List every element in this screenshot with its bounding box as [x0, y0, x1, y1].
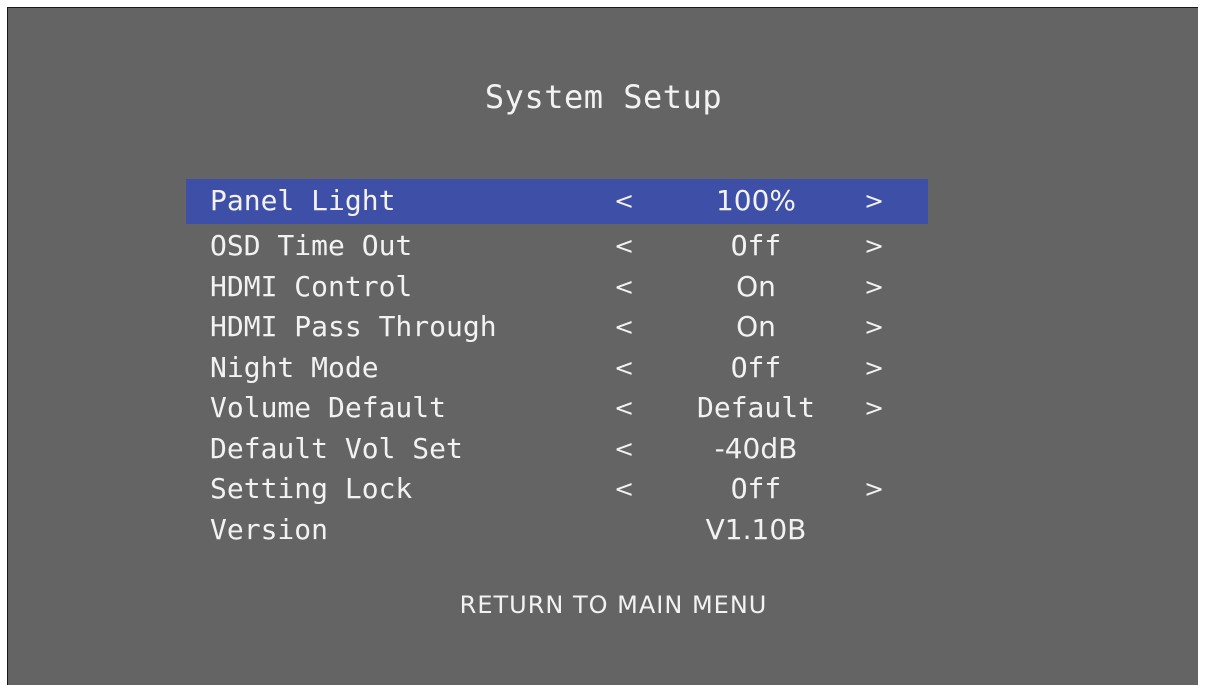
- setting-label: HDMI Pass Through: [210, 310, 497, 343]
- setting-row-hdmi-pass-through[interactable]: HDMI Pass Through < On >: [186, 305, 928, 346]
- setting-row-osd-time-out[interactable]: OSD Time Out < Off >: [186, 224, 928, 265]
- setting-value: On: [736, 310, 776, 343]
- setting-label: Setting Lock: [210, 472, 413, 505]
- setting-label: Version: [210, 512, 329, 546]
- decrease-arrow[interactable]: <: [614, 224, 634, 268]
- setting-row-volume-default[interactable]: Volume Default < Default >: [186, 386, 928, 427]
- setting-value: Off: [730, 229, 782, 262]
- setting-label: Volume Default: [210, 391, 447, 424]
- setting-value: On: [736, 269, 776, 303]
- increase-arrow[interactable]: >: [864, 305, 884, 349]
- decrease-arrow[interactable]: <: [614, 346, 634, 390]
- setting-label: HDMI Control: [210, 269, 413, 303]
- setting-value: Off: [730, 472, 782, 505]
- setting-value: 100%: [715, 184, 797, 217]
- decrease-arrow[interactable]: <: [614, 386, 634, 430]
- setting-label: Night Mode: [210, 350, 379, 384]
- menu-title: System Setup: [484, 78, 723, 116]
- setting-row-version: Version V1.10B: [186, 508, 928, 549]
- setting-row-night-mode[interactable]: Night Mode < Off >: [186, 346, 928, 387]
- setting-value: -40dB: [714, 431, 798, 465]
- setting-value: Default: [696, 391, 815, 424]
- setting-row-panel-light[interactable]: Panel Light < 100% >: [186, 179, 928, 224]
- return-to-main-menu-button[interactable]: RETURN TO MAIN MENU: [8, 591, 1199, 619]
- decrease-arrow[interactable]: <: [614, 265, 634, 309]
- setting-label: Default Vol Set: [210, 431, 463, 465]
- setting-label: OSD Time Out: [210, 229, 413, 262]
- setting-value: V1.10B: [705, 512, 807, 546]
- setting-row-hdmi-control[interactable]: HDMI Control < On >: [186, 265, 928, 306]
- increase-arrow[interactable]: >: [864, 386, 884, 430]
- increase-arrow[interactable]: >: [864, 179, 884, 223]
- decrease-arrow[interactable]: <: [614, 467, 634, 511]
- decrease-arrow[interactable]: <: [614, 305, 634, 349]
- increase-arrow[interactable]: >: [864, 467, 884, 511]
- increase-arrow[interactable]: >: [864, 346, 884, 390]
- decrease-arrow[interactable]: <: [614, 179, 634, 223]
- setting-row-setting-lock[interactable]: Setting Lock < Off >: [186, 467, 928, 508]
- setting-label: Panel Light: [210, 184, 396, 217]
- osd-screen: System Setup Panel Light < 100% > OSD Ti…: [7, 7, 1198, 685]
- increase-arrow[interactable]: >: [864, 224, 884, 268]
- setting-value: Off: [730, 350, 782, 384]
- setting-row-default-vol-set[interactable]: Default Vol Set < -40dB: [186, 427, 928, 468]
- decrease-arrow[interactable]: <: [614, 427, 634, 471]
- settings-list: Panel Light < 100% > OSD Time Out < Off …: [186, 179, 928, 548]
- increase-arrow[interactable]: >: [864, 265, 884, 309]
